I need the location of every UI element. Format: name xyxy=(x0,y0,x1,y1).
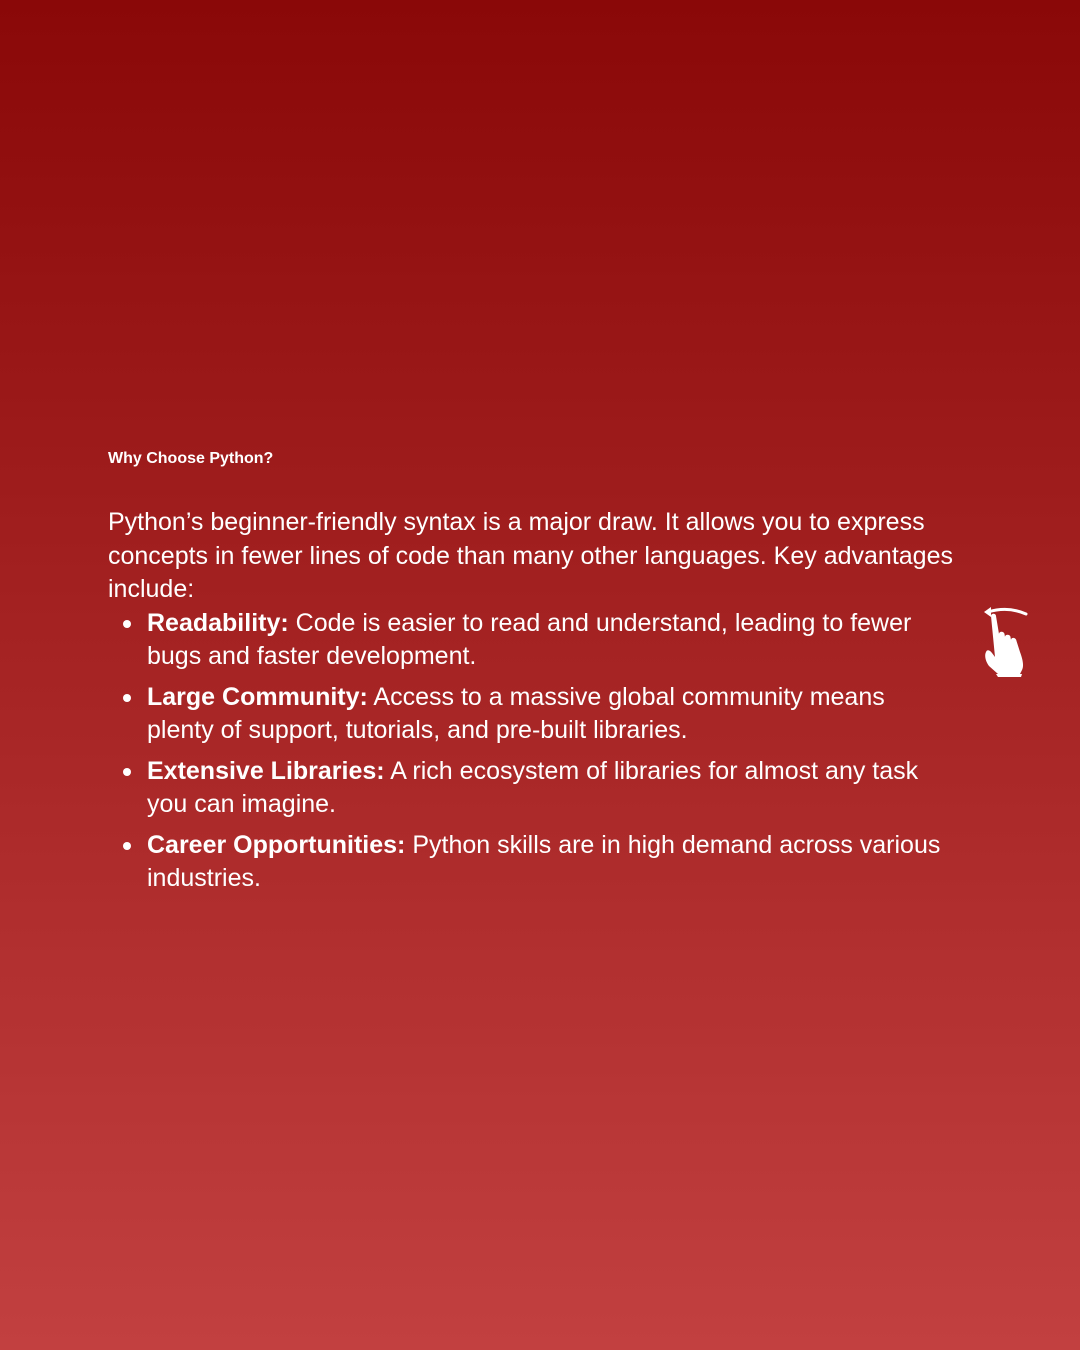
advantage-term: Career Opportunities: xyxy=(147,830,406,859)
advantage-term: Readability: xyxy=(147,608,289,637)
slide-content: Why Choose Python? Python’s beginner-fri… xyxy=(108,449,958,903)
bullet-icon xyxy=(123,619,131,628)
slide-title: Why Choose Python? xyxy=(108,450,274,467)
bullet-icon xyxy=(123,841,131,850)
advantages-list: Readability: Code is easier to read and … xyxy=(108,607,958,896)
slide: Why Choose Python? Python’s beginner-fri… xyxy=(0,0,1080,1350)
list-item: Extensive Libraries: A rich ecosystem of… xyxy=(108,755,958,822)
list-item: Large Community: Access to a massive glo… xyxy=(108,681,958,748)
list-item: Readability: Code is easier to read and … xyxy=(108,607,958,674)
list-item: Career Opportunities: Python skills are … xyxy=(108,829,958,896)
intro-paragraph: Python’s beginner-friendly syntax is a m… xyxy=(108,508,953,603)
advantage-term: Extensive Libraries: xyxy=(147,756,385,785)
swipe-hand-icon[interactable] xyxy=(980,604,1036,678)
bullet-icon xyxy=(123,767,131,776)
advantage-term: Large Community: xyxy=(147,682,368,711)
bullet-icon xyxy=(123,693,131,702)
